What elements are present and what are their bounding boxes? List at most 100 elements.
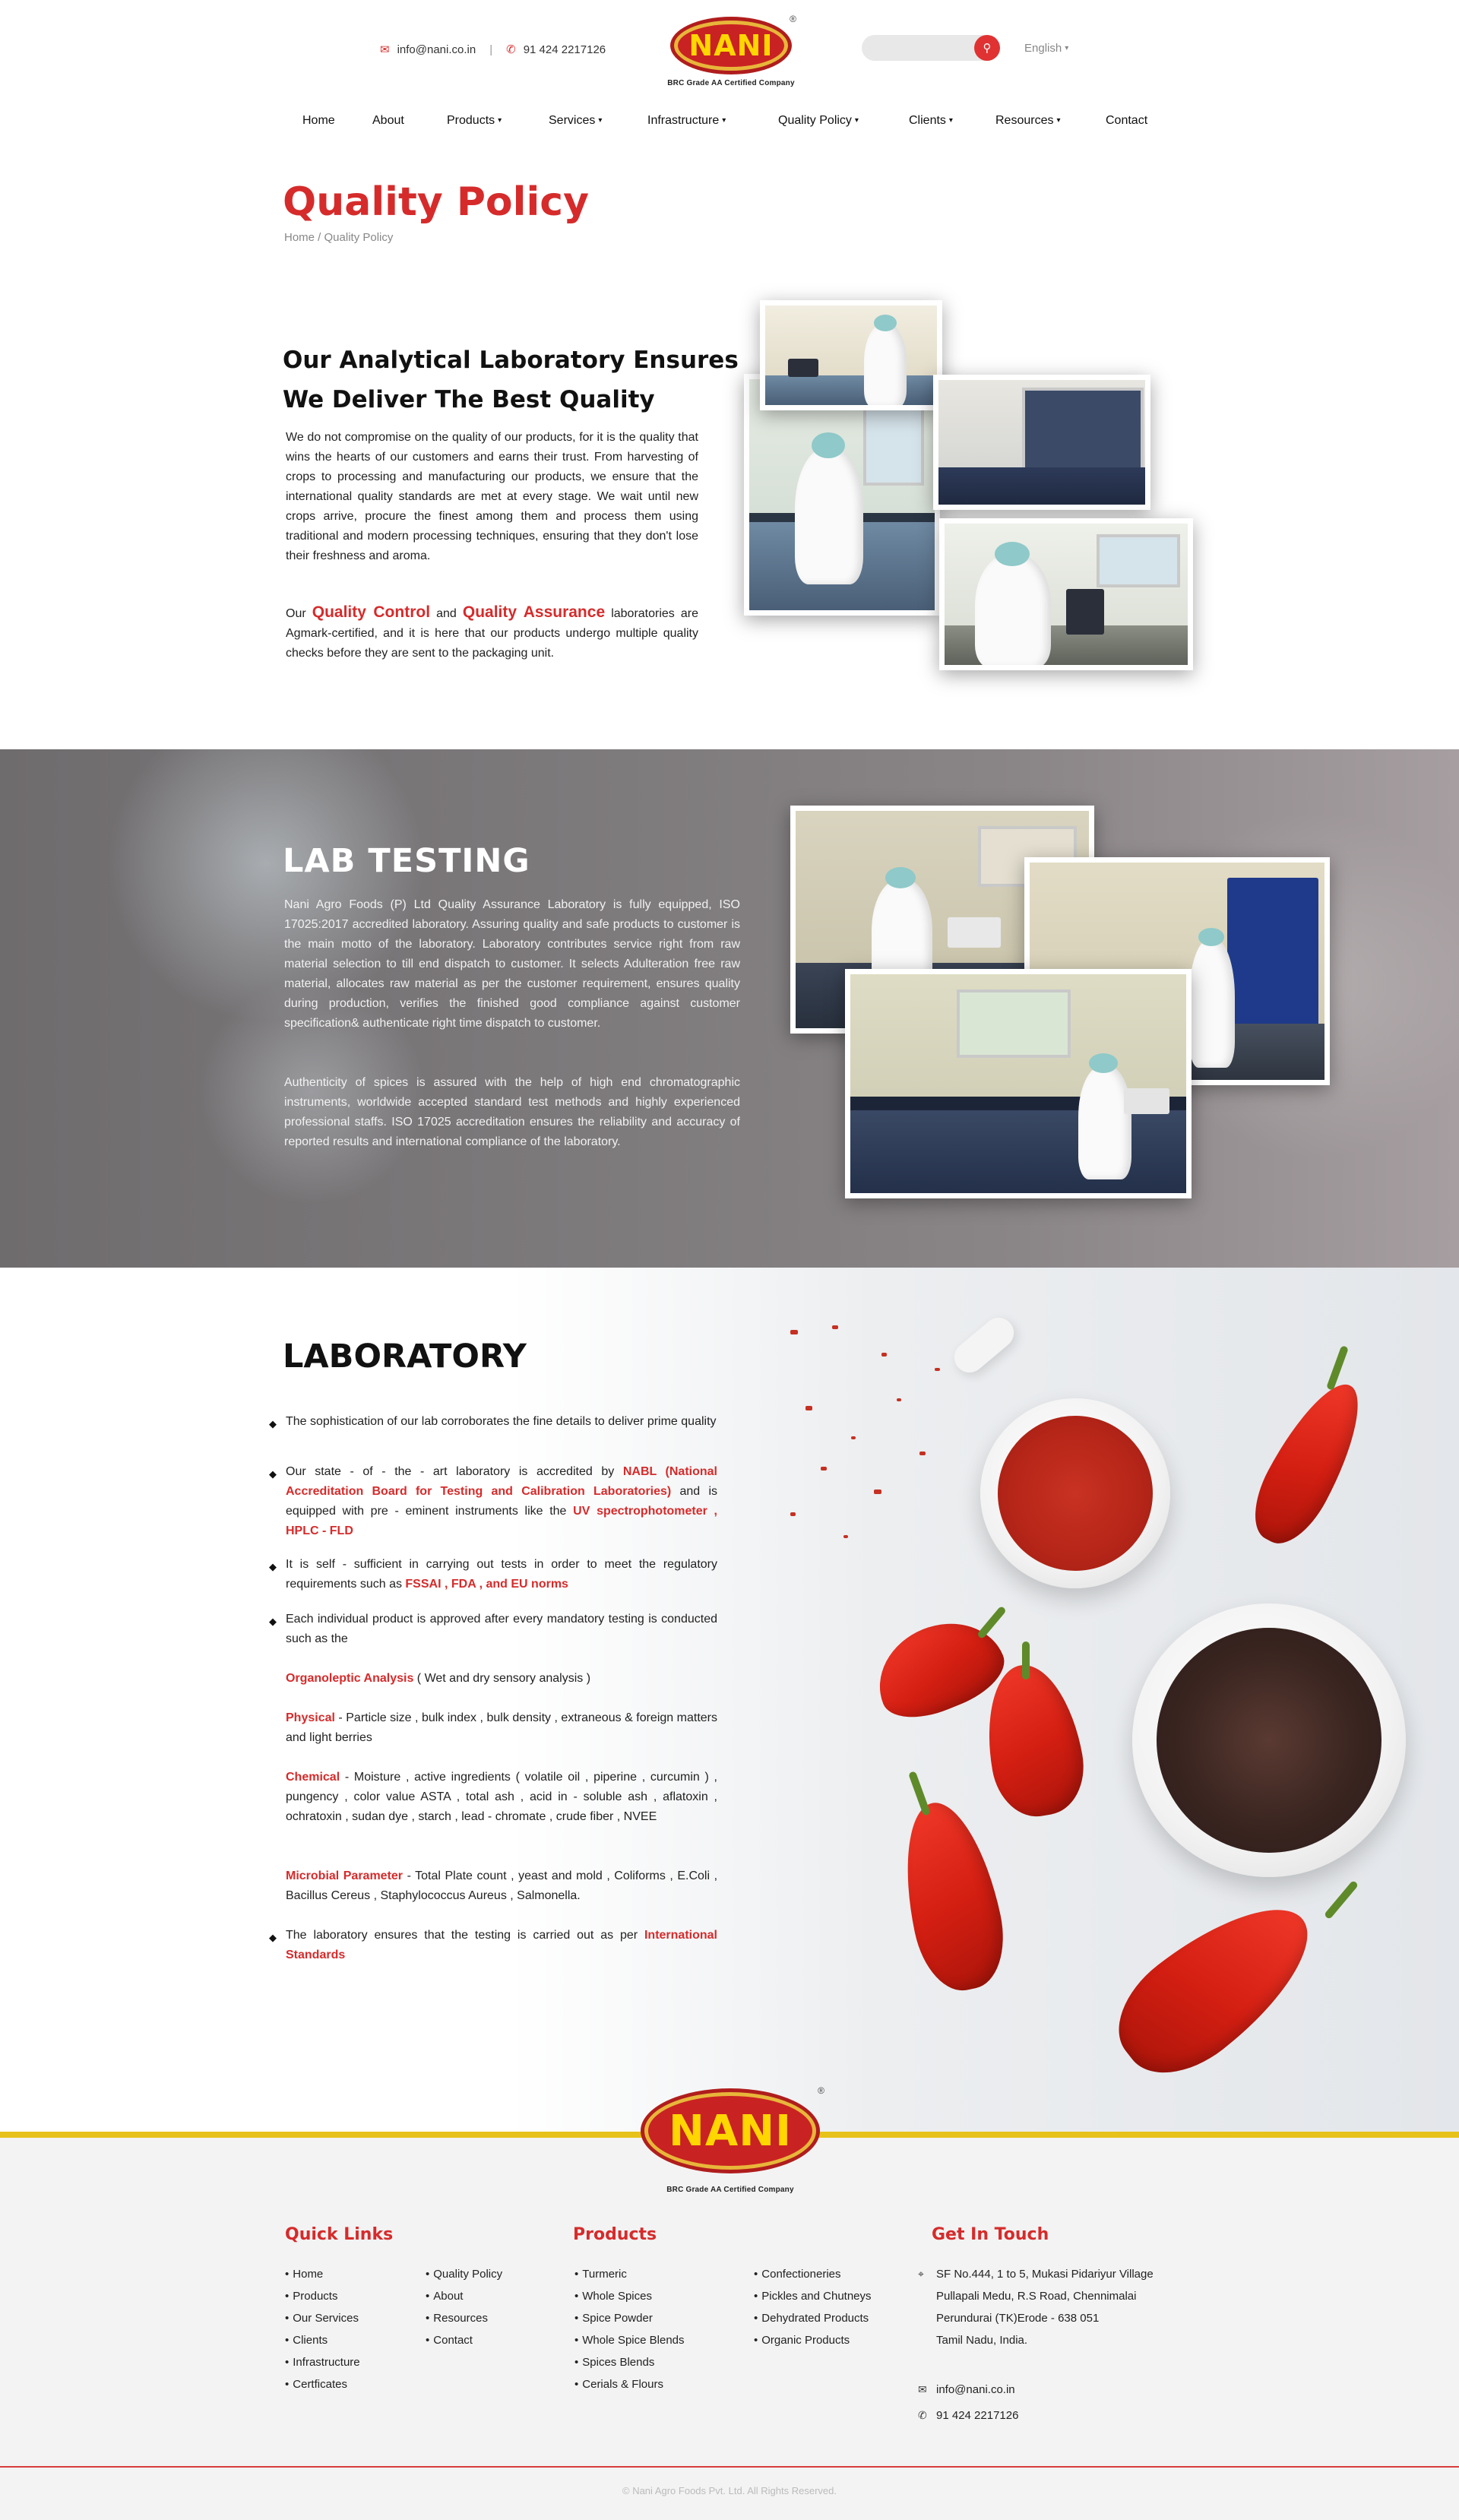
logo-text: NANI — [688, 29, 774, 62]
main-nav: Home About Products ▾ Services ▾ Infrastru… — [0, 114, 1459, 135]
b5-prefix: The laboratory ensures that the testing … — [286, 1929, 644, 1942]
footer-product-turmeric[interactable]: • Turmeric — [574, 2268, 627, 2281]
lab-photo-microscope — [939, 518, 1193, 670]
footer-quick-links-title: Quick Links — [285, 2225, 394, 2244]
chevron-down-icon: ▾ — [1056, 116, 1061, 125]
nav-home[interactable]: Home — [302, 114, 335, 128]
footer-address: ⌖ SF No.444, 1 to 5, Mukasi Pidariyur Vi… — [918, 2263, 1154, 2351]
address-line-2: Pullapali Medu, R.S Road, Chennimalai — [936, 2290, 1137, 2303]
laboratory-bullet-5: The laboratory ensures that the testing … — [286, 1926, 717, 1965]
nav-contact[interactable]: Contact — [1106, 114, 1147, 128]
chemical-item: Chemical - Moisture , active ingredients… — [286, 1768, 717, 1827]
chevron-down-icon: ▾ — [948, 116, 953, 125]
registered-mark: ® — [790, 14, 796, 24]
registered-mark: ® — [818, 2085, 824, 2096]
language-selector[interactable]: English ▾ — [1024, 42, 1068, 55]
nav-services-label: Services — [549, 114, 596, 127]
chemical-label: Chemical — [286, 1771, 340, 1784]
quality-control-link: Quality Control — [312, 603, 431, 621]
analytical-heading-line1: Our Analytical Laboratory Ensures — [283, 347, 739, 374]
footer-logo-badge: NANI ® — [641, 2085, 824, 2173]
lab-testing-title: LAB TESTING — [283, 842, 530, 880]
footer-product-organic[interactable]: • Organic Products — [754, 2334, 850, 2347]
header-phone[interactable]: 91 424 2217126 — [524, 43, 606, 56]
search-icon: ⚲ — [983, 42, 992, 55]
nav-quality-policy-label: Quality Policy — [778, 114, 852, 127]
lab-testing-paragraph-2: Authenticity of spices is assured with t… — [284, 1076, 740, 1148]
nav-services[interactable]: Services ▾ — [549, 114, 602, 128]
para2-mid: and — [430, 607, 463, 620]
organoleptic-item: Organoleptic Analysis ( Wet and dry sens… — [286, 1669, 717, 1689]
footer-product-spice-powder[interactable]: • Spice Powder — [574, 2312, 653, 2325]
footer-link-clients[interactable]: • Clients — [285, 2334, 328, 2347]
header-contact-bar: ✉ info@nani.co.in | ✆ 91 424 2217126 — [380, 43, 606, 57]
footer-email-text: info@nani.co.in — [936, 2383, 1015, 2396]
bullet-diamond-icon: ◆ — [269, 1616, 277, 1627]
bullet-diamond-icon: ◆ — [269, 1418, 277, 1429]
footer-phone[interactable]: ✆ 91 424 2217126 — [918, 2404, 1019, 2427]
nav-clients-label: Clients — [909, 114, 946, 127]
header-email[interactable]: info@nani.co.in — [397, 43, 476, 56]
physical-text: - Particle size , bulk index , bulk dens… — [286, 1711, 717, 1744]
nav-clients[interactable]: Clients ▾ — [909, 114, 953, 128]
footer-link-home[interactable]: • Home — [285, 2268, 323, 2281]
address-line-1: SF No.444, 1 to 5, Mukasi Pidariyur Vill… — [936, 2268, 1154, 2281]
footer-link-quality-policy[interactable]: • Quality Policy — [426, 2268, 502, 2281]
analytical-heading-line2: We Deliver The Best Quality — [283, 386, 655, 413]
organoleptic-text: ( Wet and dry sensory analysis ) — [413, 1672, 591, 1685]
footer-link-contact[interactable]: • Contact — [426, 2334, 473, 2347]
laboratory-bullet-2: Our state - of - the - art laboratory is… — [286, 1462, 717, 1541]
analytical-heading: Our Analytical Laboratory Ensures We Del… — [283, 340, 739, 419]
nav-resources-label: Resources — [995, 114, 1054, 127]
chevron-down-icon: ▾ — [854, 116, 859, 125]
site-logo[interactable]: NANI ® BRC Grade AA Certified Company — [663, 14, 799, 87]
footer-contact-title: Get In Touch — [932, 2225, 1049, 2244]
nav-products[interactable]: Products ▾ — [447, 114, 502, 128]
footer-product-confectioneries[interactable]: • Confectioneries — [754, 2268, 841, 2281]
footer-link-infrastructure[interactable]: • Infrastructure — [285, 2356, 360, 2369]
nav-infrastructure[interactable]: Infrastructure ▾ — [647, 114, 726, 128]
footer-email[interactable]: ✉ info@nani.co.in — [918, 2379, 1015, 2401]
nav-resources[interactable]: Resources ▾ — [995, 114, 1061, 128]
footer-product-dehydrated[interactable]: • Dehydrated Products — [754, 2312, 869, 2325]
footer-link-products[interactable]: • Products — [285, 2290, 337, 2303]
organoleptic-label: Organoleptic Analysis — [286, 1672, 414, 1685]
chevron-down-icon: ▾ — [1065, 44, 1069, 52]
nav-about[interactable]: About — [372, 114, 404, 128]
nav-infrastructure-label: Infrastructure — [647, 114, 720, 127]
chemical-text: - Moisture , active ingredients ( volati… — [286, 1771, 717, 1823]
nav-quality-policy[interactable]: Quality Policy ▾ — [778, 114, 859, 128]
footer-link-about[interactable]: • About — [426, 2290, 463, 2303]
phone-icon: ✆ — [918, 2409, 927, 2421]
b2-prefix: Our state - of - the - art laboratory is… — [286, 1465, 623, 1478]
nav-products-label: Products — [447, 114, 495, 127]
microbial-label: Microbial Parameter — [286, 1869, 404, 1882]
laboratory-bullet-4: Each individual product is approved afte… — [286, 1613, 717, 1645]
footer-link-certficates[interactable]: • Certficates — [285, 2378, 347, 2391]
footer-phone-text: 91 424 2217126 — [936, 2409, 1019, 2422]
envelope-icon: ✉ — [380, 43, 390, 56]
footer-logo[interactable]: NANI ® BRC Grade AA Certified Company — [635, 2085, 825, 2194]
footer-product-pickles[interactable]: • Pickles and Chutneys — [754, 2290, 872, 2303]
footer — [0, 2138, 1459, 2520]
microbial-item: Microbial Parameter - Total Plate count … — [286, 1866, 717, 1906]
divider: | — [489, 43, 493, 56]
address-line-4: Tamil Nadu, India. — [936, 2334, 1028, 2347]
para2-prefix: Our — [286, 607, 312, 620]
footer-link-our-services[interactable]: • Our Services — [285, 2312, 359, 2325]
search-button[interactable]: ⚲ — [974, 35, 1000, 61]
search-input[interactable]: ⚲ — [862, 35, 1000, 61]
envelope-icon: ✉ — [918, 2383, 927, 2395]
spices-illustration — [760, 1311, 1444, 2113]
phone-icon: ✆ — [506, 43, 516, 56]
map-pin-icon: ⌖ — [918, 2268, 924, 2280]
footer-product-cerials-flours[interactable]: • Cerials & Flours — [574, 2378, 663, 2391]
footer-product-whole-spice-blends[interactable]: • Whole Spice Blends — [574, 2334, 685, 2347]
laboratory-title: LABORATORY — [283, 1338, 527, 1376]
bullet-diamond-icon: ◆ — [269, 1932, 277, 1943]
footer-product-whole-spices[interactable]: • Whole Spices — [574, 2290, 652, 2303]
footer-product-spices-blends[interactable]: • Spices Blends — [574, 2356, 654, 2369]
breadcrumb[interactable]: Home / Quality Policy — [284, 231, 393, 244]
footer-link-resources[interactable]: • Resources — [426, 2312, 488, 2325]
physical-label: Physical — [286, 1711, 335, 1724]
